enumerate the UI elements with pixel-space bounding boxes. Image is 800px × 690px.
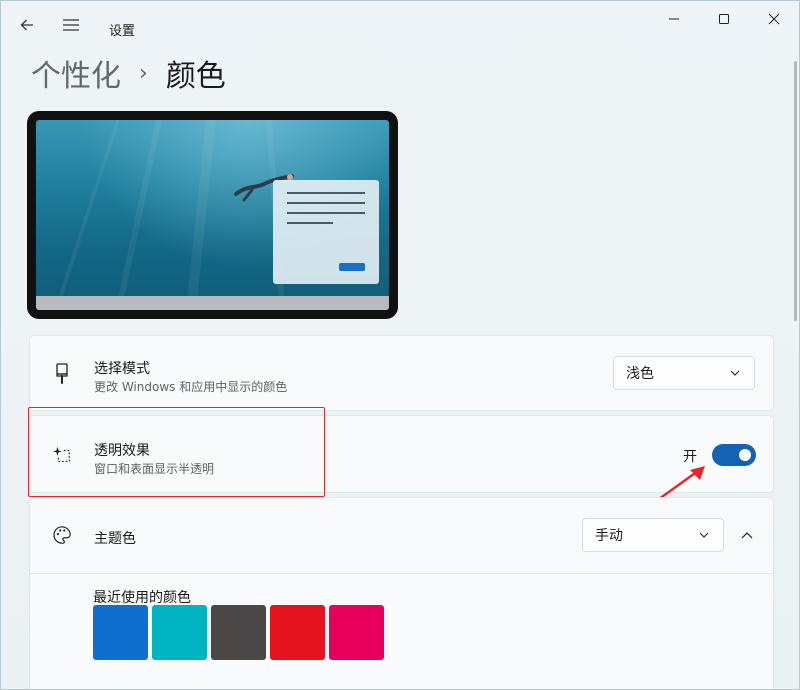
light-ray <box>117 120 162 306</box>
color-swatch[interactable] <box>152 605 207 660</box>
page-title: 颜色 <box>166 51 226 95</box>
color-swatch[interactable] <box>270 605 325 660</box>
back-arrow-icon <box>19 17 35 33</box>
hamburger-icon <box>62 18 80 32</box>
collapse-button[interactable] <box>736 526 758 544</box>
chevron-down-icon <box>699 531 709 539</box>
menu-button[interactable] <box>57 11 85 39</box>
minimize-icon <box>668 13 680 25</box>
settings-window: 设置 个性化 › 颜色 <box>0 0 800 690</box>
mode-dropdown[interactable]: 浅色 <box>613 356 755 390</box>
accent-title: 主题色 <box>94 528 136 548</box>
dialog-line <box>287 222 333 224</box>
app-title: 设置 <box>109 20 135 39</box>
scrollbar[interactable] <box>794 61 797 321</box>
accent-dropdown-value: 手动 <box>595 525 623 545</box>
theme-preview <box>27 111 398 319</box>
minimize-button[interactable] <box>651 5 697 33</box>
light-ray <box>57 120 120 301</box>
mode-dropdown-value: 浅色 <box>626 363 654 383</box>
preview-taskbar <box>36 296 389 310</box>
chevron-up-icon <box>741 531 753 539</box>
color-swatch[interactable] <box>329 605 384 660</box>
mode-subtitle: 更改 Windows 和应用中显示的颜色 <box>94 378 287 395</box>
close-button[interactable] <box>751 5 797 33</box>
maximize-button[interactable] <box>701 5 747 33</box>
transparency-toggle[interactable] <box>712 444 756 466</box>
color-swatch[interactable] <box>211 605 266 660</box>
breadcrumb-separator: › <box>139 61 148 86</box>
color-swatch[interactable] <box>93 605 148 660</box>
dialog-button <box>339 263 365 271</box>
preview-wallpaper <box>36 120 389 310</box>
divider <box>29 573 774 574</box>
light-ray <box>186 120 216 309</box>
palette-icon <box>52 525 72 545</box>
preview-dialog <box>273 180 379 284</box>
close-icon <box>768 13 780 25</box>
accent-dropdown[interactable]: 手动 <box>582 518 724 552</box>
toggle-knob <box>739 449 751 461</box>
title-bar: 设置 <box>1 1 800 41</box>
mode-card: 选择模式 更改 Windows 和应用中显示的颜色 浅色 <box>29 335 774 411</box>
mode-title: 选择模式 <box>94 358 150 378</box>
dialog-line <box>287 202 365 204</box>
dialog-line <box>287 212 365 214</box>
breadcrumb-parent[interactable]: 个性化 <box>31 51 121 95</box>
maximize-icon <box>718 13 730 25</box>
back-button[interactable] <box>13 11 41 39</box>
paintbrush-icon <box>52 364 72 384</box>
dialog-line <box>287 192 365 194</box>
recent-colors-label: 最近使用的颜色 <box>93 587 191 607</box>
chevron-down-icon <box>730 369 740 377</box>
highlight-box <box>28 407 325 497</box>
breadcrumb: 个性化 › 颜色 <box>31 51 226 95</box>
